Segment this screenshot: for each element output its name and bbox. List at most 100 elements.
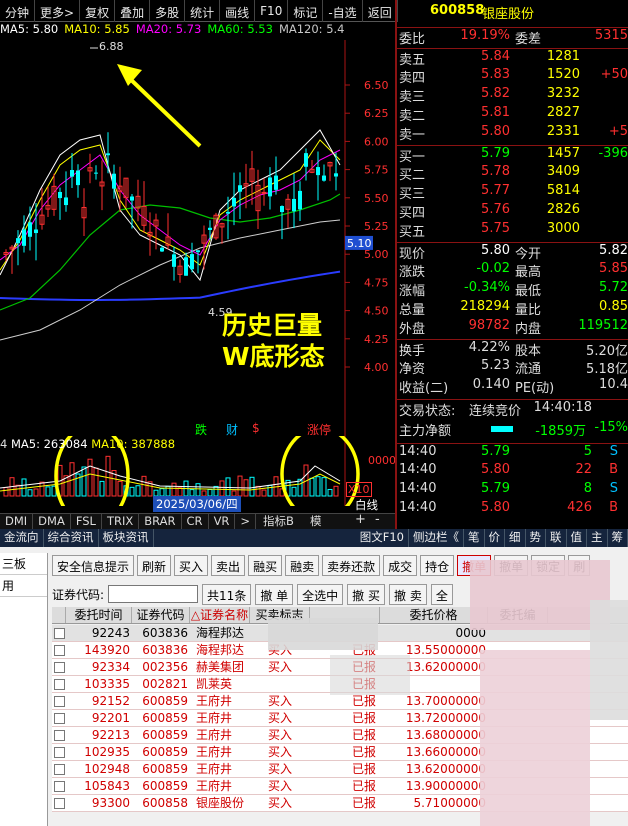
toolbar-item[interactable]: 叠加 bbox=[115, 0, 151, 22]
left-menu-item[interactable]: 用 bbox=[0, 575, 47, 597]
trade-button[interactable]: 持仓 bbox=[420, 555, 455, 576]
trade-button[interactable]: 安全信息提示 bbox=[52, 555, 135, 576]
bid-volume: 5814 bbox=[546, 183, 580, 198]
annotation-line1: 历史巨量 bbox=[222, 311, 323, 340]
toolbar-item[interactable]: 返回 bbox=[363, 0, 398, 22]
stat-label: 涨幅 bbox=[399, 284, 426, 299]
indicator-tab[interactable]: TRIX bbox=[102, 514, 140, 529]
order-code: 002356 bbox=[142, 660, 188, 674]
bottom-tab[interactable]: 板块资讯 bbox=[99, 529, 154, 547]
toolbar-item[interactable]: F10 bbox=[255, 0, 289, 22]
indicator-tab[interactable]: FSL bbox=[71, 514, 102, 529]
candlestick-chart[interactable]: 6.50 6.25 6.00 5.75 5.50 5.25 5.00 4.75 4.50 4.25… bbox=[0, 40, 395, 436]
annotation-line2: W底形态 bbox=[222, 342, 325, 371]
order-checkbox[interactable] bbox=[52, 761, 66, 777]
right-tab[interactable]: 侧边栏《 bbox=[409, 529, 464, 547]
code-label: 证券代码: bbox=[52, 587, 105, 602]
order-status: 已报 bbox=[351, 711, 376, 725]
right-tab[interactable]: 主 bbox=[587, 529, 608, 547]
indicator-tab[interactable]: CR bbox=[182, 514, 209, 529]
trade-button[interactable]: 成交 bbox=[383, 555, 418, 576]
grid-header-cell[interactable]: 委托时间 bbox=[66, 607, 132, 623]
order-checkbox[interactable] bbox=[52, 727, 66, 743]
bid-price: 5.76 bbox=[481, 202, 510, 217]
trade-button[interactable]: 买入 bbox=[174, 555, 209, 576]
tick-volume: 22 bbox=[575, 462, 592, 477]
grid-header-cell[interactable]: △证券名称 bbox=[190, 607, 250, 623]
order-code: 600859 bbox=[142, 745, 188, 759]
toolbar-item[interactable]: 更多> bbox=[35, 0, 81, 22]
trade-button[interactable]: 融买 bbox=[248, 555, 283, 576]
stat-label: 最低 bbox=[515, 284, 542, 299]
price-axis-label: 6.25 bbox=[364, 107, 389, 120]
right-tab[interactable]: 笔 bbox=[464, 529, 485, 547]
order-name: 王府井 bbox=[196, 711, 233, 725]
indicator-tab[interactable]: VR bbox=[209, 514, 236, 529]
toolbar-item[interactable]: 统计 bbox=[185, 0, 221, 22]
right-tab[interactable]: 细 bbox=[505, 529, 526, 547]
right-tab[interactable]: 值 bbox=[567, 529, 587, 547]
ask-volume: 3232 bbox=[546, 86, 580, 101]
mo-label[interactable]: 模 bbox=[310, 513, 322, 529]
order-time: 143920 bbox=[84, 643, 130, 657]
left-menu-item[interactable]: 三板 bbox=[0, 553, 47, 575]
code-bar-button[interactable]: 撤 买 bbox=[347, 583, 385, 605]
bid-volume: 2826 bbox=[546, 202, 580, 217]
indicator-tab[interactable]: BRAR bbox=[139, 514, 182, 529]
minus-button[interactable]: - bbox=[375, 512, 380, 527]
bottom-tab[interactable]: 综合资讯 bbox=[44, 529, 99, 547]
trade-button[interactable]: 刷新 bbox=[137, 555, 172, 576]
right-tab[interactable]: 价 bbox=[485, 529, 505, 547]
order-name: 赫美集团 bbox=[196, 660, 245, 674]
code-bar-button[interactable]: 全选中 bbox=[297, 583, 344, 605]
right-tab[interactable]: 联 bbox=[546, 529, 567, 547]
order-checkbox[interactable] bbox=[52, 693, 66, 709]
order-code: 600859 bbox=[142, 694, 188, 708]
trade-button[interactable]: 融卖 bbox=[285, 555, 320, 576]
order-code: 600859 bbox=[142, 762, 188, 776]
code-bar-button[interactable]: 撤 单 bbox=[255, 583, 294, 605]
quote-row: 买二 5.78 3409 bbox=[397, 164, 628, 183]
order-checkbox[interactable] bbox=[52, 795, 66, 811]
right-tab[interactable]: 图文F10 bbox=[356, 529, 409, 547]
order-checkbox[interactable] bbox=[52, 676, 66, 692]
bid-price: 5.75 bbox=[481, 221, 510, 236]
indicator-tab[interactable]: > bbox=[235, 514, 257, 529]
ma-legend-item: MA20: 5.73 bbox=[135, 22, 202, 36]
baixian-label: 白线 bbox=[355, 498, 378, 512]
stat-label: 换手 bbox=[399, 344, 426, 359]
order-checkbox[interactable] bbox=[52, 744, 66, 760]
code-bar-button[interactable]: 全 bbox=[430, 583, 453, 605]
code-bar-button[interactable]: 共11条 bbox=[202, 583, 252, 605]
toolbar-item[interactable]: -自选 bbox=[323, 0, 363, 22]
plus-button[interactable]: + bbox=[355, 512, 366, 527]
order-time: 92243 bbox=[91, 626, 130, 640]
right-tab[interactable]: 势 bbox=[526, 529, 546, 547]
quote-row: 卖三 5.82 3232 bbox=[397, 86, 628, 105]
order-checkbox[interactable] bbox=[52, 625, 66, 641]
toolbar-item[interactable]: 复权 bbox=[80, 0, 116, 22]
order-checkbox[interactable] bbox=[52, 710, 66, 726]
order-checkbox[interactable] bbox=[52, 778, 66, 794]
toolbar-item[interactable]: 多股 bbox=[150, 0, 186, 22]
grid-header-cell[interactable]: 证券代码 bbox=[132, 607, 190, 623]
right-tab[interactable]: 筹 bbox=[608, 529, 628, 547]
trade-button[interactable]: 卖券还款 bbox=[322, 555, 381, 576]
bottom-tab[interactable]: 金流向 bbox=[0, 529, 44, 547]
order-code: 603836 bbox=[142, 626, 188, 640]
bid-label: 买三 bbox=[399, 187, 426, 202]
toolbar-item[interactable]: 画线 bbox=[220, 0, 256, 22]
tick-price: 5.80 bbox=[481, 500, 510, 515]
code-bar-button[interactable]: 撤 卖 bbox=[389, 583, 427, 605]
indicator-tab[interactable]: DMA bbox=[33, 514, 71, 529]
order-price: 13.66000000 bbox=[405, 745, 486, 759]
code-input[interactable] bbox=[108, 585, 199, 603]
tick-time: 14:40 bbox=[399, 462, 437, 477]
indicator-tab[interactable]: DMI bbox=[0, 514, 34, 529]
order-checkbox[interactable] bbox=[52, 659, 66, 675]
zhibiao-label[interactable]: 指标B bbox=[263, 513, 294, 529]
toolbar-item[interactable]: 分钟 bbox=[0, 0, 36, 22]
order-checkbox[interactable] bbox=[52, 642, 66, 658]
toolbar-item[interactable]: 标记 bbox=[288, 0, 324, 22]
trade-button[interactable]: 卖出 bbox=[211, 555, 246, 576]
